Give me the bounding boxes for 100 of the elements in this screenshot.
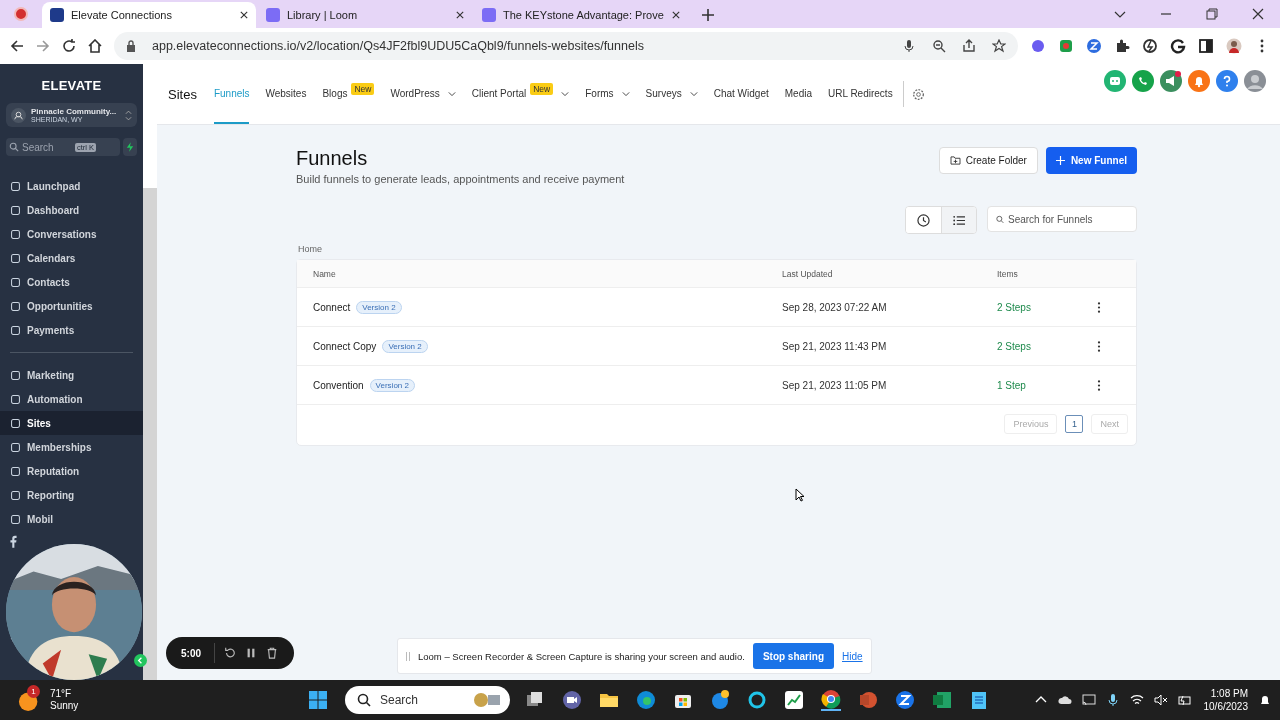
chrome-icon[interactable] — [821, 689, 841, 711]
drag-handle-icon[interactable] — [406, 651, 410, 661]
user-avatar-icon[interactable] — [1244, 70, 1266, 92]
facebook-icon[interactable] — [10, 535, 17, 548]
trash-icon[interactable] — [266, 647, 278, 659]
restart-icon[interactable] — [224, 647, 236, 659]
pause-icon[interactable] — [245, 647, 257, 659]
browser-tab[interactable]: Library | Loom — [258, 2, 472, 28]
extension-icon[interactable] — [1170, 38, 1186, 54]
close-icon[interactable] — [240, 11, 248, 19]
nav-tab[interactable]: URL Redirects — [828, 64, 893, 124]
battery-icon[interactable] — [1177, 693, 1192, 707]
share-icon[interactable] — [962, 39, 976, 53]
microphone-icon[interactable] — [1105, 693, 1120, 707]
wifi-icon[interactable] — [1129, 693, 1144, 707]
star-icon[interactable] — [992, 39, 1006, 53]
profile-avatar-icon[interactable] — [1226, 38, 1242, 54]
notepad-icon[interactable] — [969, 690, 989, 710]
nav-tab[interactable]: Forms — [585, 64, 614, 124]
funnel-name[interactable]: Connect — [313, 301, 351, 313]
sidebar-icon[interactable] — [1198, 38, 1214, 54]
sidebar-item[interactable]: Conversations — [0, 222, 101, 246]
stop-sharing-button[interactable]: Stop sharing — [752, 643, 834, 669]
quick-action-button[interactable] — [123, 138, 137, 156]
close-icon[interactable] — [1252, 8, 1264, 20]
video-chat-icon[interactable] — [562, 690, 582, 710]
hide-link[interactable]: Hide — [842, 650, 863, 662]
search-input[interactable]: Search for Funnels — [1008, 213, 1128, 225]
spreadsheet-app-icon[interactable] — [932, 690, 952, 710]
sidebar-item[interactable]: Reporting — [0, 483, 79, 507]
bell-icon[interactable] — [1188, 70, 1210, 92]
sidebar-item[interactable]: Reputation — [0, 459, 84, 483]
nav-tab[interactable]: Blogs — [322, 64, 348, 124]
lock-icon[interactable] — [126, 40, 136, 52]
sidebar-item[interactable]: Automation — [0, 387, 87, 411]
robot-icon[interactable] — [1104, 70, 1126, 92]
sidebar-item[interactable]: Launchpad — [0, 174, 85, 198]
funnel-name[interactable]: Convention — [313, 379, 364, 391]
table-cell-text: 2 Steps — [997, 301, 1032, 313]
collapse-icon[interactable] — [134, 654, 147, 667]
create-folder-button[interactable]: Create Folder — [938, 147, 1038, 174]
ring-icon[interactable] — [747, 690, 767, 710]
nav-tab[interactable]: Websites — [265, 64, 307, 124]
nav-tab[interactable]: WordPress — [390, 64, 440, 124]
sidebar-item[interactable]: Sites — [0, 411, 143, 435]
page-button[interactable]: 1 — [1065, 415, 1084, 433]
sidebar-item[interactable]: Mobil — [0, 507, 58, 531]
cloud-icon[interactable] — [1057, 693, 1072, 707]
sidebar-item[interactable]: Memberships — [0, 435, 96, 459]
search-field[interactable]: Search for Funnels — [987, 206, 1137, 232]
notification-bell-icon[interactable] — [1258, 693, 1272, 707]
search-input[interactable]: Search — [22, 141, 72, 153]
more-icon[interactable] — [1097, 379, 1101, 391]
sidebar-item[interactable]: Contacts — [0, 270, 74, 294]
sidebar-item[interactable]: Marketing — [0, 363, 79, 387]
back-icon[interactable] — [10, 39, 24, 53]
new-badge: New — [530, 83, 554, 95]
scrollbar[interactable] — [143, 188, 157, 680]
sidebar-item[interactable]: Opportunities — [0, 294, 97, 318]
more-icon[interactable] — [1097, 340, 1101, 352]
funnel-name[interactable]: Connect Copy — [313, 340, 377, 352]
home-icon[interactable] — [88, 39, 102, 53]
nav-tab[interactable]: Client Portal — [471, 64, 527, 124]
close-icon[interactable] — [672, 11, 680, 19]
nav-tab[interactable]: Chat Widget — [713, 64, 769, 124]
browser-tab[interactable]: The KEYstone Advantage: Prove — [474, 2, 688, 28]
new-funnel-button[interactable]: New Funnel — [1045, 147, 1137, 174]
sidebar-item[interactable]: Calendars — [0, 246, 80, 270]
nav-tab[interactable]: Media — [784, 64, 812, 124]
more-icon[interactable] — [1097, 301, 1101, 313]
close-icon[interactable] — [456, 11, 464, 19]
browser-tab[interactable]: Elevate Connections — [42, 2, 256, 28]
chart-icon[interactable] — [784, 690, 804, 710]
sidebar-item[interactable]: Dashboard — [0, 198, 84, 222]
taskbar-search[interactable]: Search — [345, 686, 510, 714]
breadcrumb[interactable]: Home — [298, 244, 1137, 254]
new-tab-icon[interactable] — [702, 9, 714, 21]
megaphone-icon[interactable] — [1160, 70, 1182, 92]
zoom-icon[interactable] — [932, 39, 946, 53]
nav-tab[interactable]: Surveys — [645, 64, 682, 124]
mute-icon[interactable] — [1153, 693, 1168, 707]
sidebar-item[interactable]: Payments — [0, 318, 79, 342]
cast-icon[interactable] — [1081, 693, 1096, 707]
extension-icon[interactable] — [1142, 38, 1158, 54]
address-bar[interactable]: app.elevateconnections.io/v2/location/Qs4JF2fbl9UDU5CaQbl9/funnels-websites/funnels — [114, 32, 1018, 60]
puzzle-icon[interactable] — [1114, 38, 1130, 54]
notification-badge: 1 — [27, 684, 40, 698]
presentation-app-icon[interactable] — [858, 690, 878, 710]
browser-icon[interactable] — [636, 690, 656, 710]
forward-icon[interactable] — [36, 39, 50, 53]
microphone-icon[interactable] — [902, 39, 916, 53]
restore-icon[interactable] — [1206, 8, 1218, 20]
reload-icon[interactable] — [62, 39, 76, 53]
z-app-icon[interactable] — [895, 690, 915, 710]
windows-start-icon[interactable] — [308, 690, 328, 710]
phone-icon[interactable] — [1132, 70, 1154, 92]
settings-icon[interactable] — [911, 87, 925, 101]
list-view-button[interactable] — [941, 207, 976, 233]
table-cell-text: Sep 28, 2023 07:22 AM — [782, 301, 888, 313]
column-header: Items — [997, 268, 1019, 279]
